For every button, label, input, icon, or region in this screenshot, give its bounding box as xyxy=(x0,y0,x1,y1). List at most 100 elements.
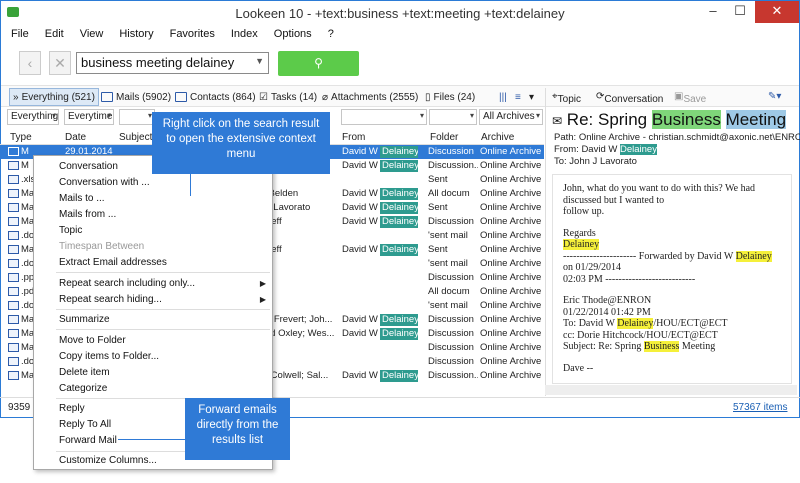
menu-index[interactable]: Index xyxy=(231,28,258,40)
chevron-down-icon[interactable]: ▼ xyxy=(255,56,264,66)
body-line: on 01/29/2014 xyxy=(563,262,622,273)
compose-icon[interactable]: ✎▾ xyxy=(768,91,781,102)
mail-path: Path: Online Archive - christian.schmidt… xyxy=(554,132,800,143)
column-view-icon[interactable]: ||| xyxy=(499,89,507,105)
menu-item-conversation-with[interactable]: Conversation with ... xyxy=(59,177,150,188)
menu-item-copy-to-folder[interactable]: Copy items to Folder... xyxy=(59,351,159,362)
cell-from: David W xyxy=(342,146,378,157)
body-line: Dave -- xyxy=(563,362,594,374)
menu-view[interactable]: View xyxy=(80,28,104,40)
everything-icon: » xyxy=(13,91,19,103)
subject-filter[interactable] xyxy=(119,109,155,125)
search-query: business meeting delainey xyxy=(81,55,235,70)
view-dropdown-icon[interactable]: ▾ xyxy=(529,89,534,105)
minimize-button[interactable]: – xyxy=(699,1,727,23)
menu-item-reply-all[interactable]: Reply To All xyxy=(59,419,111,430)
from-filter[interactable] xyxy=(341,109,427,125)
menu-history[interactable]: History xyxy=(119,28,153,40)
tab-contacts-label: Contacts (864) xyxy=(190,91,256,103)
col-type[interactable]: Type xyxy=(10,132,32,143)
items-link[interactable]: 57367 items xyxy=(733,402,787,413)
submenu-arrow-icon: ▶ xyxy=(259,295,266,304)
archive-filter[interactable]: All Archives xyxy=(479,109,543,125)
close-button[interactable]: ✕ xyxy=(755,1,799,23)
body-line: Eric Thode@ENRON xyxy=(563,295,652,306)
cell-archive: Online Archive xyxy=(480,244,542,255)
tab-everything[interactable]: » Everything (521) xyxy=(9,88,99,106)
menu-help[interactable]: ? xyxy=(328,28,334,40)
tab-files[interactable]: ▯ Files (24) xyxy=(425,89,475,105)
menu-item-customize-columns[interactable]: Customize Columns... xyxy=(59,455,157,466)
result-count: 9359 i xyxy=(8,402,36,413)
menu-item-repeat-hiding[interactable]: Repeat search hiding... xyxy=(59,294,162,305)
col-from[interactable]: From xyxy=(342,132,365,143)
mail-from[interactable]: From: David W Delainey xyxy=(554,144,800,156)
horizontal-scrollbar[interactable] xyxy=(545,385,797,395)
mail-icon xyxy=(8,329,19,338)
menu-item-extract-emails[interactable]: Extract Email addresses xyxy=(59,257,167,268)
contact-card-icon xyxy=(175,92,187,102)
cell-archive: Online Archive xyxy=(480,258,542,269)
cell-from-tag: Delainey xyxy=(380,328,418,340)
mail-to[interactable]: To: John J Lavorato xyxy=(554,156,800,168)
tab-contacts[interactable]: Contacts (864) xyxy=(175,89,256,105)
menu-favorites[interactable]: Favorites xyxy=(170,28,215,40)
menu-item-delete[interactable]: Delete item xyxy=(59,367,110,378)
clear-search-button[interactable]: ✕ xyxy=(49,51,71,75)
menu-item-conversation[interactable]: Conversation xyxy=(59,161,118,172)
menu-item-reply[interactable]: Reply xyxy=(59,403,85,414)
topic-button[interactable]: ⌖ Topic xyxy=(552,91,581,105)
cell-from-tag: Delainey xyxy=(380,188,418,200)
col-archive[interactable]: Archive xyxy=(481,132,514,143)
tab-mails[interactable]: Mails (5902) xyxy=(101,89,171,105)
menu-item-forward[interactable]: Forward Mail xyxy=(59,435,117,446)
time-filter[interactable]: Everytime xyxy=(64,109,114,125)
search-input[interactable]: business meeting delainey ▼ xyxy=(76,52,269,74)
mail-icon xyxy=(8,147,19,156)
col-subject[interactable]: Subject xyxy=(119,132,152,143)
window-title: Lookeen 10 - +text:business +text:meetin… xyxy=(235,6,565,21)
conversation-button[interactable]: ⟳ Conversation xyxy=(596,91,663,105)
tab-tasks[interactable]: ☑ Tasks (14) xyxy=(259,89,317,105)
col-folder[interactable]: Folder xyxy=(430,132,458,143)
cell-from-tag: Delainey xyxy=(380,146,418,158)
callout-forward: Forward emails directly from the results… xyxy=(185,398,290,460)
menu-item-mails-to[interactable]: Mails to ... xyxy=(59,193,105,204)
preview-subject: ✉ Re: Spring Business Meeting xyxy=(552,110,787,130)
callout-leader-line xyxy=(190,174,191,196)
cell-folder: 'sent mail xyxy=(428,258,468,269)
menu-separator xyxy=(56,309,270,310)
mail-icon: ✉ xyxy=(552,114,563,128)
search-button[interactable]: ⚲ xyxy=(278,51,359,76)
cell-from: David W xyxy=(342,160,378,171)
tab-attachments[interactable]: ⌀ Attachments (2555) xyxy=(322,89,418,105)
col-date[interactable]: Date xyxy=(65,132,86,143)
body-line: Meeting xyxy=(679,341,716,352)
cell-from: David W xyxy=(342,244,378,255)
topic-label: Topic xyxy=(557,94,581,105)
list-view-icon[interactable]: ≡ xyxy=(515,89,521,105)
search-icon: ⚲ xyxy=(314,56,323,70)
cell-folder: 'sent mail xyxy=(428,230,468,241)
menu-item-categorize[interactable]: Categorize xyxy=(59,383,107,394)
menu-options[interactable]: Options xyxy=(274,28,312,40)
save-button[interactable]: ▣ Save xyxy=(674,91,706,105)
menu-edit[interactable]: Edit xyxy=(45,28,64,40)
menu-separator xyxy=(56,329,270,330)
title-bar[interactable]: Lookeen 10 - +text:business +text:meetin… xyxy=(1,1,799,25)
cell-from-tag: Delainey xyxy=(380,370,418,382)
scope-filter[interactable]: Everything xyxy=(7,109,59,125)
maximize-button[interactable]: ☐ xyxy=(726,1,754,23)
menu-item-timespan: Timespan Between xyxy=(59,241,145,252)
menu-item-topic[interactable]: Topic xyxy=(59,225,82,236)
menu-file[interactable]: File xyxy=(11,28,29,40)
menu-item-summarize[interactable]: Summarize xyxy=(59,314,110,325)
menu-item-mails-from[interactable]: Mails from ... xyxy=(59,209,116,220)
cell-folder: Discussion... xyxy=(428,370,478,381)
menu-item-repeat-including[interactable]: Repeat search including only... xyxy=(59,278,195,289)
menu-item-move-to-folder[interactable]: Move to Folder xyxy=(59,335,126,346)
folder-filter[interactable] xyxy=(429,109,477,125)
callout-leader-line xyxy=(118,439,185,440)
body-line: 01/22/2014 01:42 PM xyxy=(563,306,651,318)
back-button[interactable]: ‹ xyxy=(19,51,41,75)
